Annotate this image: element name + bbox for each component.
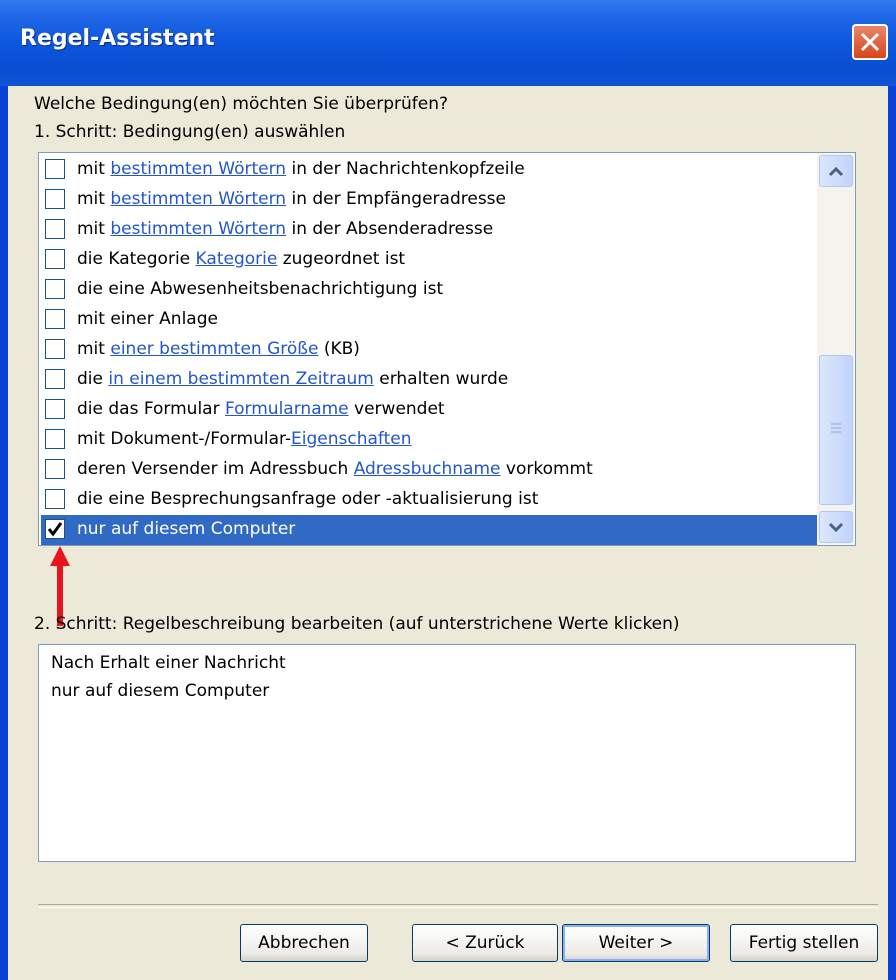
rule-wizard-window: Regel-Assistent Welche Bedingung(en) möc… [0, 0, 896, 980]
condition-checkbox[interactable] [45, 219, 65, 239]
condition-text-part: erhalten wurde [373, 369, 509, 389]
scroll-thumb[interactable] [819, 355, 853, 505]
condition-text-part: mit einer Anlage [77, 309, 218, 329]
rule-description-box[interactable]: Nach Erhalt einer Nachricht nur auf dies… [38, 644, 856, 862]
condition-text-part: mit Dokument-/Formular- [77, 429, 292, 449]
condition-text-part: in der Absenderadresse [286, 219, 494, 239]
condition-checkbox[interactable] [45, 399, 65, 419]
condition-checkbox[interactable] [45, 279, 65, 299]
title-bar[interactable]: Regel-Assistent [0, 0, 896, 86]
condition-checkbox[interactable] [45, 429, 65, 449]
condition-checkbox[interactable] [45, 249, 65, 269]
condition-text-part: deren Versender im Adressbuch [77, 459, 354, 479]
condition-text: deren Versender im Adressbuch Adressbuch… [77, 459, 593, 479]
conditions-list[interactable]: mit bestimmten Wörtern in der Nachrichte… [38, 152, 856, 546]
condition-text: die das Formular Formularname verwendet [77, 399, 445, 419]
condition-row[interactable]: mit einer bestimmten Größe (KB) [41, 335, 817, 365]
next-button[interactable]: Weiter > [562, 924, 710, 962]
condition-checkbox[interactable] [45, 339, 65, 359]
condition-text-part: die Kategorie [77, 249, 196, 269]
condition-text-part: nur auf diesem Computer [77, 519, 296, 539]
condition-text-part: die eine Besprechungsanfrage oder -aktua… [77, 489, 539, 509]
condition-text: die in einem bestimmten Zeitraum erhalte… [77, 369, 508, 389]
condition-value-link[interactable]: bestimmten Wörtern [110, 189, 286, 209]
condition-row[interactable]: die Kategorie Kategorie zugeordnet ist [41, 245, 817, 275]
condition-text-part: mit [77, 159, 111, 179]
condition-text: die eine Besprechungsanfrage oder -aktua… [77, 489, 538, 509]
condition-text-part: die das Formular [77, 399, 225, 419]
description-line: Nach Erhalt einer Nachricht [51, 653, 286, 673]
condition-row[interactable]: die eine Abwesenheitsbenachrichtigung is… [41, 275, 817, 305]
condition-text-part: in der Nachrichtenkopfzeile [286, 159, 525, 179]
description-line: nur auf diesem Computer [51, 681, 270, 701]
chevron-down-icon [828, 522, 844, 533]
condition-text-part: mit [77, 339, 111, 359]
condition-text: mit bestimmten Wörtern in der Nachrichte… [77, 159, 525, 179]
condition-checkbox[interactable] [45, 489, 65, 509]
condition-text-part: (KB) [318, 339, 360, 359]
condition-row[interactable]: nur auf diesem Computer [41, 515, 817, 545]
close-icon [860, 32, 880, 52]
grip-icon [831, 423, 841, 433]
window-title: Regel-Assistent [20, 26, 215, 51]
step2-label: 2. Schritt: Regelbeschreibung bearbeiten… [34, 614, 680, 634]
condition-text-part: mit [77, 189, 111, 209]
cancel-button[interactable]: Abbrechen [240, 924, 368, 962]
condition-value-link[interactable]: bestimmten Wörtern [110, 159, 286, 179]
condition-checkbox[interactable] [45, 459, 65, 479]
separator [38, 904, 878, 908]
condition-value-link[interactable]: Adressbuchname [354, 459, 501, 479]
close-button[interactable] [852, 24, 888, 60]
condition-value-link[interactable]: bestimmten Wörtern [110, 219, 286, 239]
condition-row[interactable]: mit bestimmten Wörtern in der Absenderad… [41, 215, 817, 245]
chevron-up-icon [828, 166, 844, 177]
condition-row[interactable]: mit einer Anlage [41, 305, 817, 335]
condition-row[interactable]: mit Dokument-/Formular-Eigenschaften [41, 425, 817, 455]
condition-checkbox[interactable] [45, 159, 65, 179]
condition-text: mit bestimmten Wörtern in der Empfängera… [77, 189, 506, 209]
condition-text: nur auf diesem Computer [77, 519, 295, 539]
condition-text: die eine Abwesenheitsbenachrichtigung is… [77, 279, 443, 299]
finish-button[interactable]: Fertig stellen [730, 924, 878, 962]
step1-label: 1. Schritt: Bedingung(en) auswählen [34, 122, 346, 142]
condition-text-part: zugeordnet ist [277, 249, 406, 269]
condition-row[interactable]: die eine Besprechungsanfrage oder -aktua… [41, 485, 817, 515]
condition-text: mit Dokument-/Formular-Eigenschaften [77, 429, 412, 449]
condition-text-part: die [77, 369, 109, 389]
back-button[interactable]: < Zurück [412, 924, 558, 962]
condition-value-link[interactable]: einer bestimmten Größe [110, 339, 318, 359]
condition-text: mit einer Anlage [77, 309, 218, 329]
condition-text-part: verwendet [348, 399, 445, 419]
condition-row[interactable]: die das Formular Formularname verwendet [41, 395, 817, 425]
condition-checkbox[interactable] [45, 519, 65, 539]
condition-row[interactable]: die in einem bestimmten Zeitraum erhalte… [41, 365, 817, 395]
scroll-up-button[interactable] [819, 155, 853, 187]
condition-value-link[interactable]: Eigenschaften [291, 429, 411, 449]
checkmark-icon [47, 522, 63, 537]
condition-row[interactable]: mit bestimmten Wörtern in der Empfängera… [41, 185, 817, 215]
condition-value-link[interactable]: Kategorie [196, 249, 278, 269]
condition-row[interactable]: mit bestimmten Wörtern in der Nachrichte… [41, 155, 817, 185]
condition-text-part: die eine Abwesenheitsbenachrichtigung is… [77, 279, 444, 299]
condition-checkbox[interactable] [45, 369, 65, 389]
condition-text-part: mit [77, 219, 111, 239]
prompt-text: Welche Bedingung(en) möchten Sie überprü… [34, 94, 448, 114]
condition-checkbox[interactable] [45, 309, 65, 329]
condition-value-link[interactable]: in einem bestimmten Zeitraum [108, 369, 373, 389]
condition-text: mit bestimmten Wörtern in der Absenderad… [77, 219, 493, 239]
condition-checkbox[interactable] [45, 189, 65, 209]
dialog-body: Welche Bedingung(en) möchten Sie überprü… [8, 86, 888, 980]
condition-value-link[interactable]: Formularname [225, 399, 349, 419]
condition-row[interactable]: deren Versender im Adressbuch Adressbuch… [41, 455, 817, 485]
scroll-down-button[interactable] [819, 511, 853, 543]
list-scrollbar[interactable] [817, 153, 855, 545]
condition-text-part: vorkommt [500, 459, 593, 479]
condition-text: mit einer bestimmten Größe (KB) [77, 339, 360, 359]
condition-text-part: in der Empfängeradresse [286, 189, 506, 209]
condition-text: die Kategorie Kategorie zugeordnet ist [77, 249, 405, 269]
